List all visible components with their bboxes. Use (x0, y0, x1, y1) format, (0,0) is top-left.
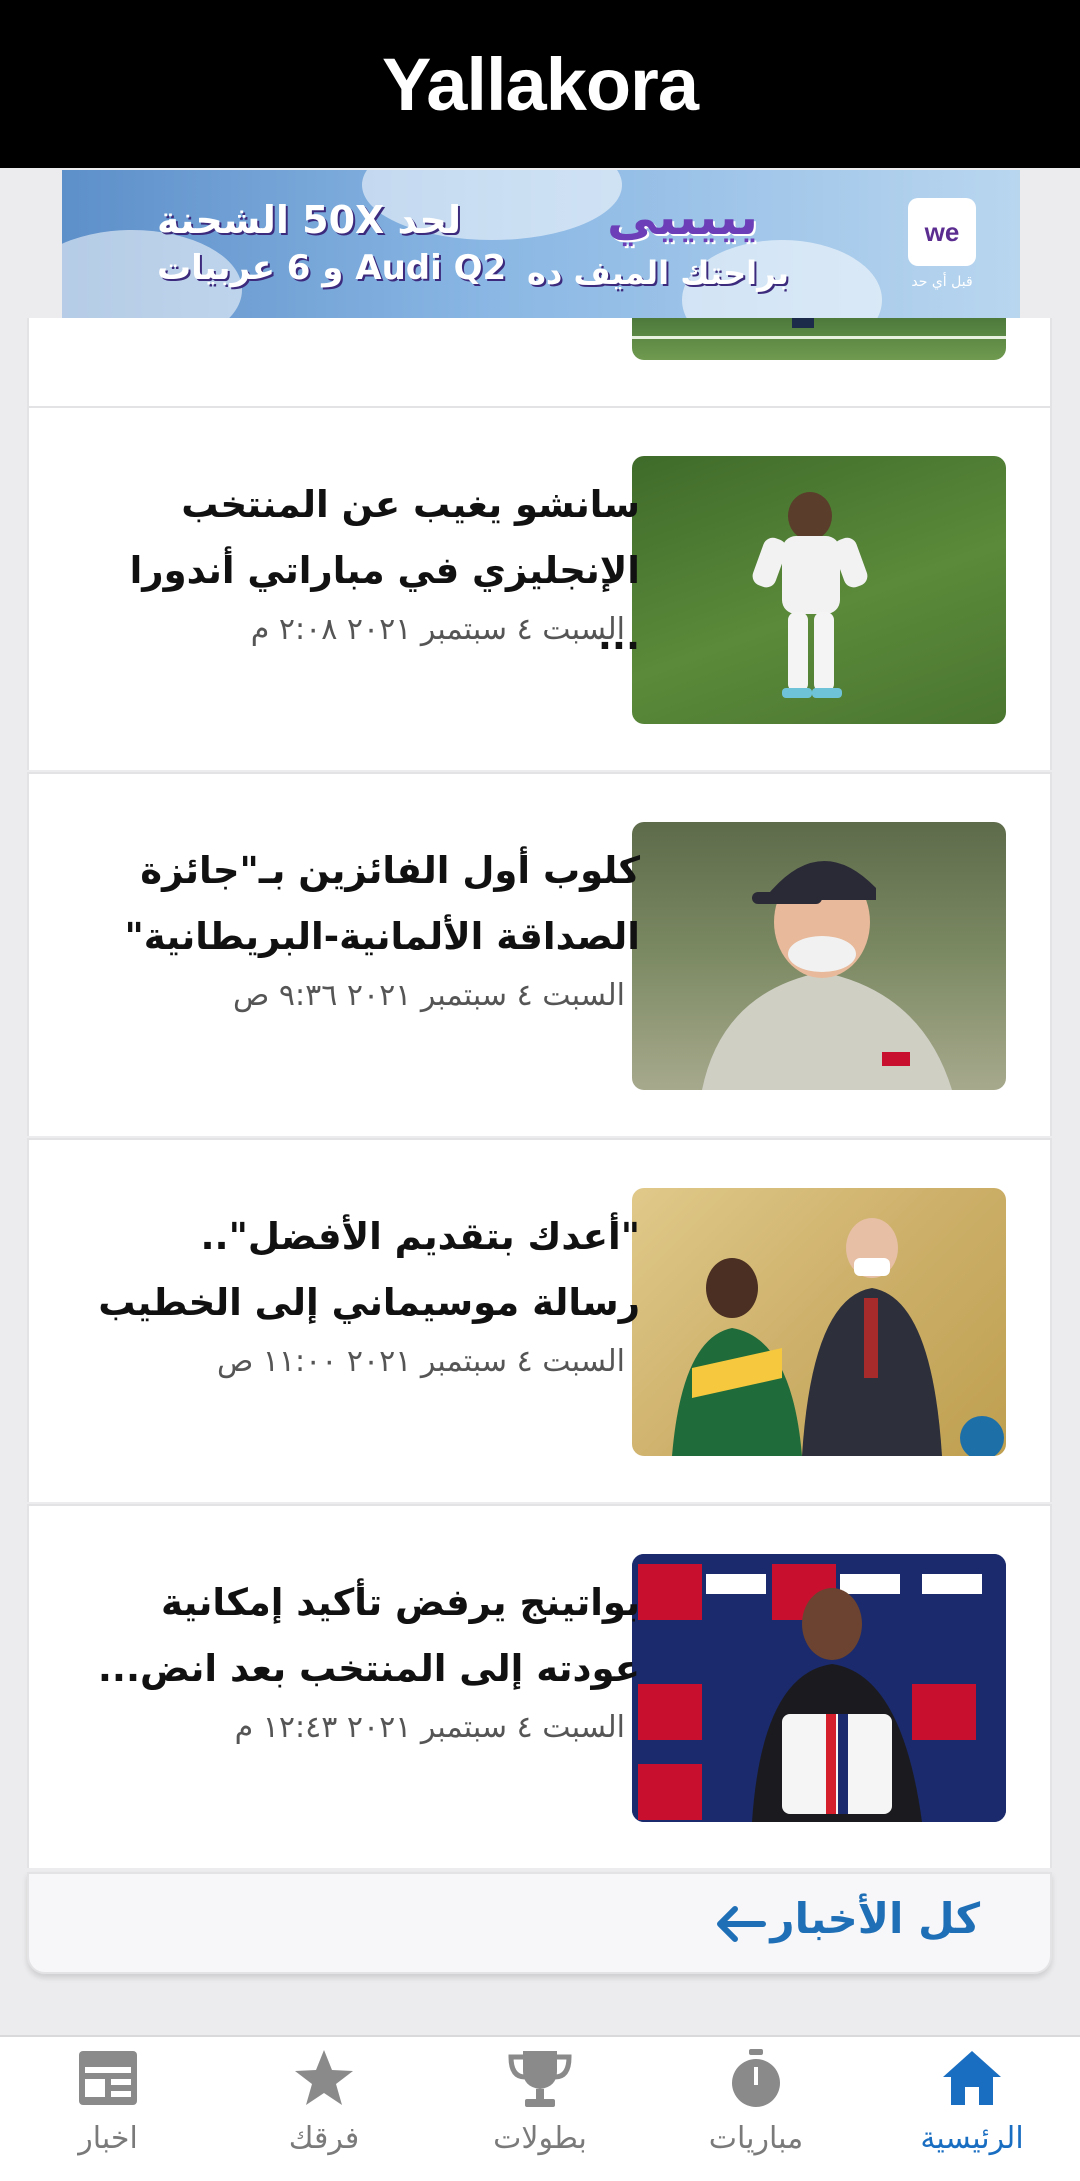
article-date: السبت ٤ سبتمبر ٢٠٢١ ١١:٠٠ ص (216, 1344, 625, 1379)
article-date: السبت ٤ سبتمبر ٢٠٢١ ٢:٠٨ م (250, 612, 625, 647)
handshake-image (672, 1218, 1004, 1456)
home-icon (943, 2051, 1001, 2105)
app-header: Yallakora (0, 0, 1080, 168)
arrow-left-icon (717, 1906, 766, 1942)
bottom-navigation: اخبار فرقك بطولات مباريات الرئيسية (0, 2035, 1080, 2181)
nav-label: فرقك (288, 2121, 360, 2156)
ad-brand: we قبل أي حد (882, 170, 1002, 318)
article-thumbnail (632, 456, 1006, 724)
article-date: السبت ٤ سبتمبر ٢٠٢١ ٩:٣٦ ص (233, 978, 625, 1013)
stopwatch-icon (732, 2049, 780, 2107)
nav-item-matches[interactable]: مباريات (648, 2037, 864, 2181)
nav-item-my-teams[interactable]: فرقك (216, 2037, 432, 2181)
news-article-item[interactable]: كلوب أول الفائزين بـ"جائزة الصداقة الألم… (27, 772, 1052, 1136)
previous-article-card[interactable] (27, 318, 1052, 408)
nav-label: مباريات (708, 2121, 804, 2156)
all-news-label: كل الأخبار (770, 1894, 980, 1943)
article-title[interactable]: كلوب أول الفائزين بـ"جائزة الصداقة الألم… (80, 838, 641, 970)
app-logo[interactable]: Yallakora (382, 42, 699, 127)
coach-image (702, 860, 952, 1090)
all-news-button[interactable]: كل الأخبار (27, 1872, 1052, 1974)
news-article-item[interactable]: "أعدك بتقديم الأفضل".. رسالة موسيماني إل… (27, 1138, 1052, 1502)
ad-line-top-right: لحد 50X الشحنة (157, 198, 462, 242)
ad-line-bottom-right: Audi Q2 و 6 عربيات (157, 248, 507, 288)
ad-headline: يييييي (607, 188, 759, 246)
article-title[interactable]: "أعدك بتقديم الأفضل".. رسالة موسيماني إل… (80, 1204, 640, 1336)
nav-item-home[interactable]: الرئيسية (864, 2037, 1080, 2181)
we-logo-icon: we (908, 198, 976, 266)
ad-brand-tag: قبل أي حد (911, 274, 973, 290)
article-thumbnail (632, 1554, 1006, 1822)
trophy-icon (508, 2051, 572, 2107)
nav-item-tournaments[interactable]: بطولات (432, 2037, 648, 2181)
newspaper-icon (79, 2051, 137, 2105)
nav-label: اخبار (78, 2121, 138, 2156)
ad-banner[interactable]: لحد 50X الشحنة Audi Q2 و 6 عربيات يييييي… (62, 170, 1020, 318)
nav-label: بطولات (493, 2121, 587, 2156)
football-player-image (752, 492, 868, 698)
nav-item-news[interactable]: اخبار (0, 2037, 216, 2181)
news-article-item[interactable]: سانشو يغيب عن المنتخب الإنجليزي في مبارا… (27, 406, 1052, 770)
article-title[interactable]: بواتينج يرفض تأكيد إمكانية عودته إلى الم… (80, 1570, 640, 1702)
ad-subline: براحتك الميف ده (527, 254, 790, 292)
player-presentation-image (632, 1554, 1006, 1822)
previous-article-thumbnail (632, 318, 1006, 360)
nav-label: الرئيسية (920, 2121, 1024, 2156)
article-date: السبت ٤ سبتمبر ٢٠٢١ ١٢:٤٣ م (234, 1710, 625, 1745)
article-thumbnail (632, 822, 1006, 1090)
article-thumbnail (632, 1188, 1006, 1456)
star-icon (295, 2050, 353, 2105)
news-article-item[interactable]: بواتينج يرفض تأكيد إمكانية عودته إلى الم… (27, 1504, 1052, 1868)
